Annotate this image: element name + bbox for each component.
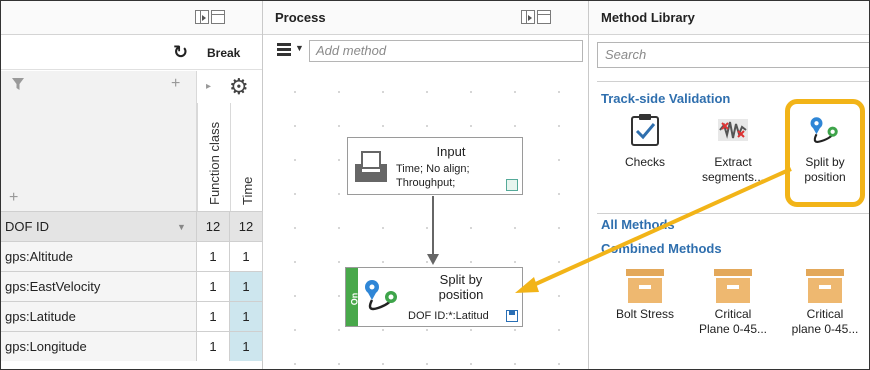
dock-split-icon[interactable] bbox=[521, 10, 535, 24]
dock-buttons bbox=[195, 10, 225, 24]
divider bbox=[597, 213, 869, 214]
data-panel-header bbox=[1, 1, 262, 35]
cell-time: 1 bbox=[230, 332, 263, 361]
break-button[interactable]: Break bbox=[207, 46, 240, 60]
process-panel-header: Process bbox=[263, 1, 588, 35]
cell-function-class: 1 bbox=[197, 242, 230, 271]
search-input[interactable]: Search bbox=[597, 42, 869, 68]
gear-icon[interactable]: ⚙ bbox=[229, 76, 249, 98]
extract-segments-icon bbox=[718, 119, 748, 141]
process-toolbar: ▼ Add method bbox=[263, 36, 588, 66]
method-library-title: Method Library bbox=[601, 10, 695, 25]
channel-table: + + ▸ ⚙ Function class Time DOF ID ▼ 12 … bbox=[1, 71, 263, 369]
method-tile-critical-plane-2[interactable]: Critical plane 0-45... bbox=[785, 269, 865, 337]
cell-time: 1 bbox=[230, 272, 263, 301]
col-header-function-class[interactable]: Function class bbox=[197, 103, 230, 211]
filter-area: + + bbox=[1, 71, 197, 211]
chevron-down-icon[interactable]: ▼ bbox=[295, 43, 304, 53]
dock-maximize-icon[interactable] bbox=[537, 10, 551, 24]
cell-function-class: 1 bbox=[197, 302, 230, 331]
count-time: 12 bbox=[230, 212, 263, 241]
all-methods-section-title: All Methods bbox=[601, 217, 675, 232]
cell-time: 1 bbox=[230, 242, 263, 271]
data-panel: ↻ Break + + ▸ ⚙ Function class Time DOF … bbox=[1, 1, 263, 369]
method-library-header: Method Library bbox=[589, 1, 869, 35]
connector-arrowhead bbox=[427, 254, 439, 265]
cell-function-class: 1 bbox=[197, 272, 230, 301]
process-title: Process bbox=[275, 10, 326, 25]
table-row[interactable]: gps:EastVelocity 1 1 bbox=[1, 271, 263, 301]
channel-name: gps:Latitude bbox=[1, 302, 197, 331]
cell-function-class: 1 bbox=[197, 332, 230, 361]
method-tile-checks[interactable]: Checks bbox=[605, 113, 685, 170]
split-by-position-node[interactable]: On Split by position DOF ID:*:Latitud bbox=[345, 267, 523, 327]
table-row[interactable]: gps:Latitude 1 1 bbox=[1, 301, 263, 331]
box-icon bbox=[626, 269, 664, 303]
count-function-class: 12 bbox=[197, 212, 230, 241]
input-node[interactable]: Input Time; No align; Throughput; bbox=[347, 137, 523, 195]
expand-caret-icon[interactable]: ▸ bbox=[206, 81, 211, 92]
channel-name: gps:Altitude bbox=[1, 242, 197, 271]
node-subtitle: DOF ID:*:Latitud bbox=[408, 310, 489, 322]
highlight-frame bbox=[785, 99, 865, 207]
box-icon bbox=[806, 269, 844, 303]
refresh-icon[interactable]: ↻ bbox=[173, 42, 188, 63]
col-header-time[interactable]: Time bbox=[230, 103, 263, 211]
divider bbox=[597, 81, 869, 82]
add-row-icon[interactable]: + bbox=[9, 189, 18, 207]
add-method-input[interactable]: Add method bbox=[309, 40, 583, 62]
table-row[interactable]: gps:Longitude 1 1 bbox=[1, 331, 263, 361]
save-icon[interactable] bbox=[506, 310, 518, 322]
method-tile-extract-segments[interactable]: Extract segments... bbox=[693, 113, 773, 185]
table-header-row: DOF ID ▼ 12 12 bbox=[1, 211, 263, 241]
channel-name: gps:Longitude bbox=[1, 332, 197, 361]
combined-methods-section-title: Combined Methods bbox=[601, 241, 722, 256]
on-toggle[interactable]: On bbox=[346, 268, 359, 326]
node-title: Split by position bbox=[438, 272, 484, 302]
cell-time: 1 bbox=[230, 302, 263, 331]
method-tile-critical-plane-1[interactable]: Critical Plane 0-45... bbox=[693, 269, 773, 337]
node-details: Time; No align; Throughput; bbox=[396, 163, 470, 189]
process-panel: Process ▼ Add method Input Time; No alig… bbox=[263, 1, 589, 369]
channel-name: gps:EastVelocity bbox=[1, 272, 197, 301]
track-side-section-title: Track-side Validation bbox=[601, 91, 731, 106]
process-canvas[interactable]: Input Time; No align; Throughput; On Spl… bbox=[263, 67, 588, 369]
dof-id-header[interactable]: DOF ID bbox=[1, 212, 197, 241]
box-icon bbox=[714, 269, 752, 303]
table-row[interactable]: gps:Altitude 1 1 bbox=[1, 241, 263, 271]
add-filter-icon[interactable]: + bbox=[171, 75, 180, 93]
save-icon[interactable] bbox=[506, 179, 518, 191]
app-window: ↻ Break + + ▸ ⚙ Function class Time DOF … bbox=[0, 0, 870, 370]
chevron-down-icon[interactable]: ▼ bbox=[177, 222, 186, 232]
dock-maximize-icon[interactable] bbox=[211, 10, 225, 24]
node-title: Input bbox=[436, 144, 466, 159]
checklist-icon bbox=[631, 114, 659, 146]
method-list-icon[interactable] bbox=[277, 42, 291, 58]
method-tile-bolt-stress[interactable]: Bolt Stress bbox=[605, 269, 685, 322]
filter-icon[interactable] bbox=[11, 77, 25, 91]
connector-line bbox=[432, 196, 434, 256]
dock-buttons bbox=[521, 10, 551, 24]
dock-split-icon[interactable] bbox=[195, 10, 209, 24]
inbox-icon bbox=[355, 151, 387, 182]
channel-grid: DOF ID ▼ 12 12 gps:Altitude 1 1 gps:East… bbox=[1, 211, 263, 361]
data-panel-toolbar: ↻ Break bbox=[1, 36, 262, 70]
split-by-position-icon bbox=[365, 280, 397, 311]
